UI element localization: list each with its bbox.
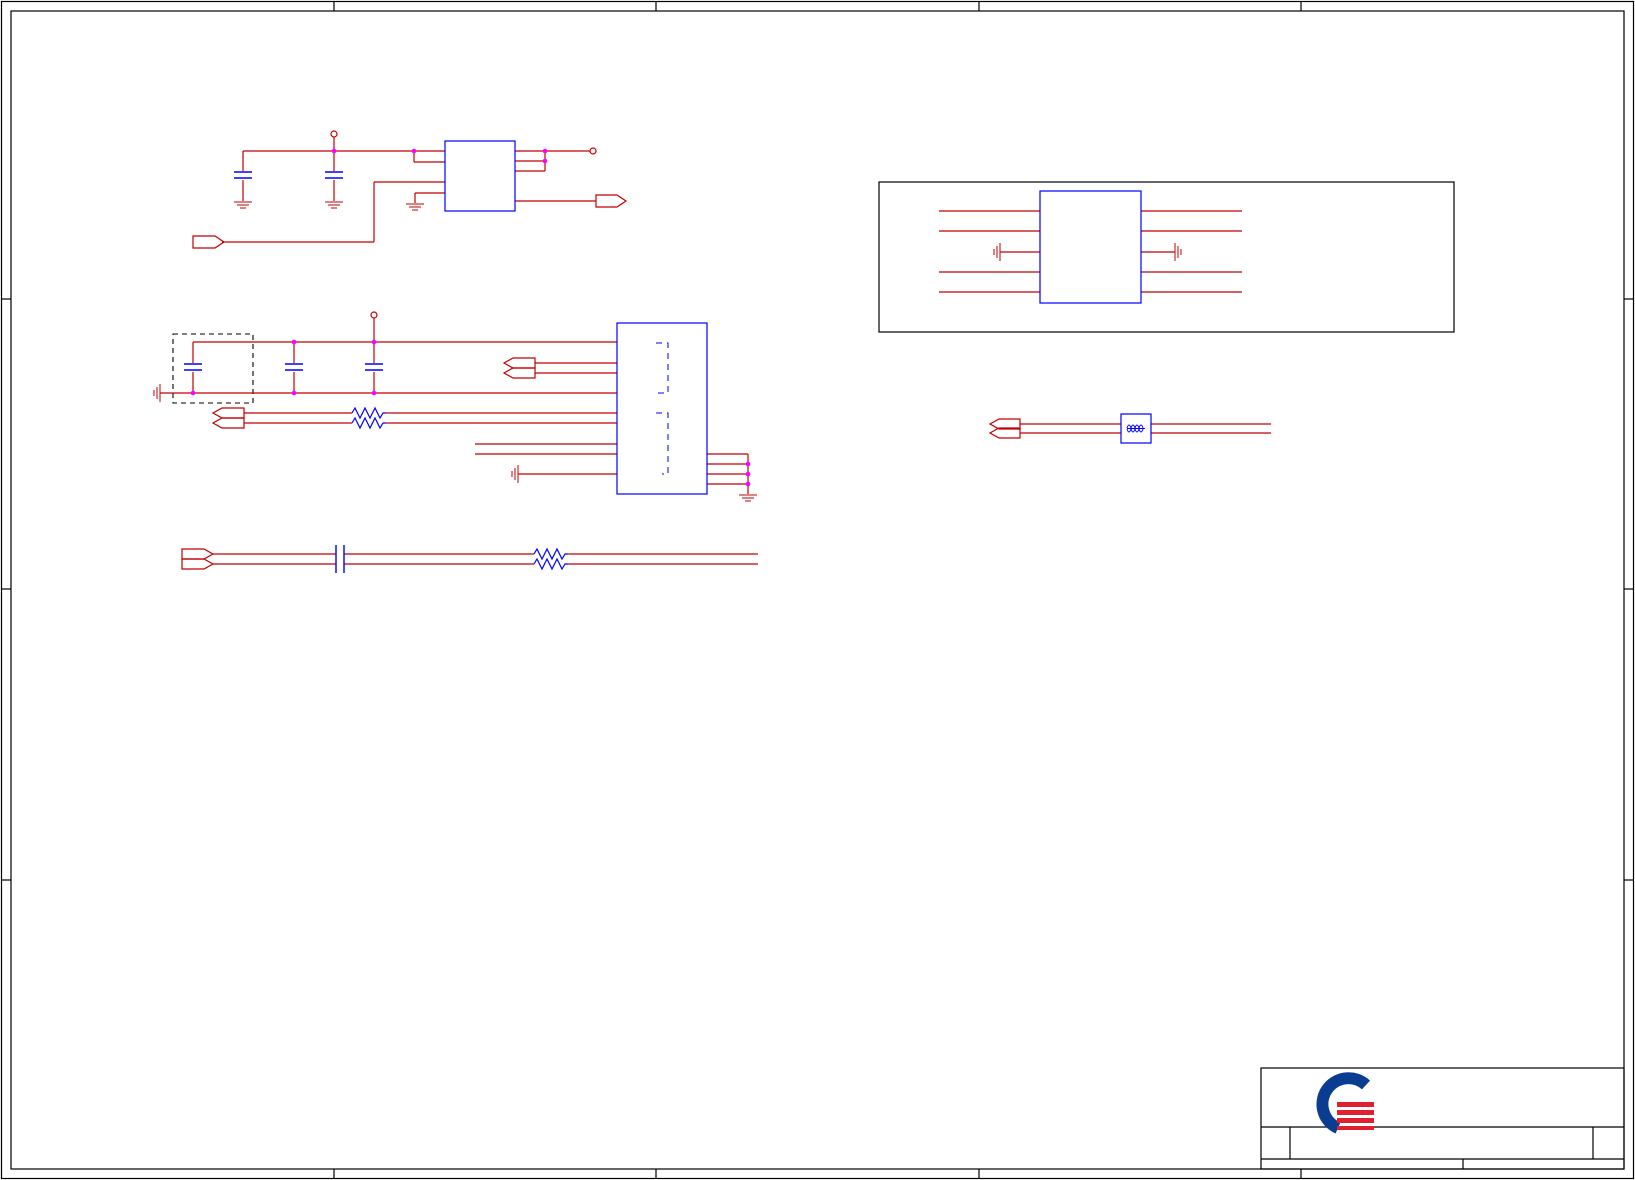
schematic-sheet	[0, 0, 1635, 1180]
choke-coil-icon	[1126, 424, 1145, 433]
schematic-canvas	[0, 0, 1635, 1180]
sheet-background	[0, 0, 1635, 1180]
